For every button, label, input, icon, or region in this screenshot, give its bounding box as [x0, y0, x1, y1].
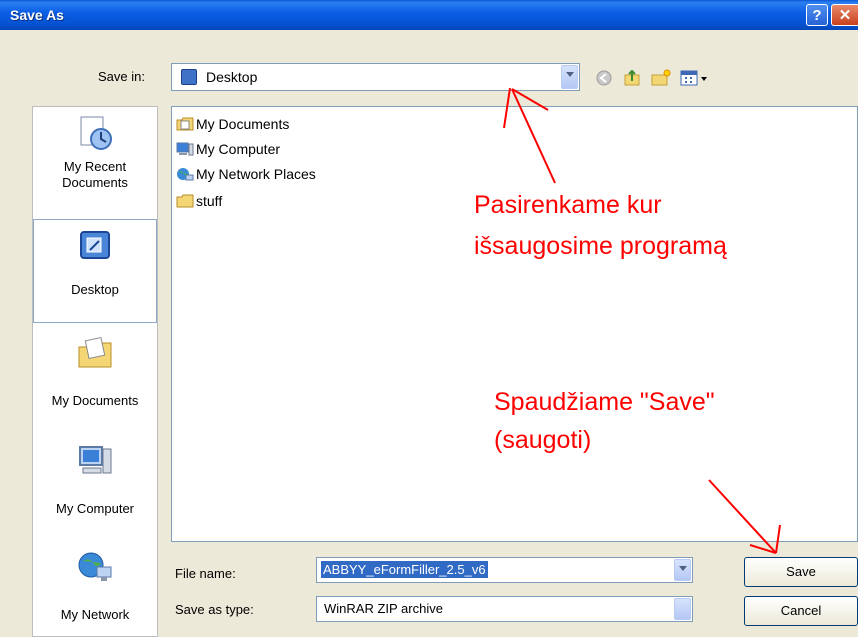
close-button[interactable]: ✕ [831, 4, 858, 26]
place-my-documents[interactable]: My Documents [33, 335, 157, 409]
file-name-dropdown[interactable] [672, 558, 692, 582]
save-as-type-label: Save as type: [175, 602, 254, 617]
view-menu-icon[interactable] [680, 69, 710, 87]
save-as-type-dropdown[interactable]: WinRAR ZIP archive [316, 596, 693, 622]
chevron-down-icon[interactable] [674, 559, 691, 581]
chevron-down-icon[interactable] [561, 65, 578, 89]
new-folder-icon[interactable] [651, 69, 671, 87]
annotation-location-line2: išsaugosime programą [474, 232, 727, 260]
folder-icon [176, 194, 194, 208]
annotation-save-line2: (saugoti) [494, 426, 592, 454]
annotation-location-line1: Pasirenkame kur [474, 191, 662, 219]
file-name: My Network Places [196, 166, 316, 182]
desktop-small-icon [181, 69, 197, 85]
annotation-save-line1: Spaudžiame "Save" [494, 388, 715, 416]
file-name: My Documents [196, 116, 290, 132]
file-name-field[interactable]: ABBYY_eFormFiller_2.5_v6 [316, 557, 693, 583]
file-list[interactable]: My Documents My Computer My Network Plac… [171, 106, 858, 542]
place-label: My Recent Documents [62, 159, 128, 190]
recent-documents-icon [80, 116, 112, 150]
cancel-button[interactable]: Cancel [744, 596, 858, 626]
save-as-dialog: Save As ? ✕ Save in: Desktop My Recent D… [0, 0, 858, 637]
save-button[interactable]: Save [744, 557, 858, 587]
place-my-network[interactable]: My Network [33, 549, 157, 623]
save-in-value: Desktop [206, 69, 258, 85]
back-icon[interactable] [595, 69, 615, 87]
my-documents-icon [78, 336, 112, 368]
save-in-dropdown[interactable]: Desktop [171, 63, 580, 91]
file-name: My Computer [196, 141, 281, 157]
file-item-my-network-places[interactable]: My Network Places [176, 165, 316, 183]
up-folder-icon[interactable] [623, 69, 643, 87]
place-label: My Network [60, 607, 130, 622]
window-title: Save As [10, 7, 64, 23]
desktop-icon [80, 231, 110, 259]
place-my-computer[interactable]: My Computer [33, 443, 157, 517]
network-icon [176, 167, 194, 181]
save-in-label: Save in: [98, 69, 145, 84]
chevron-down-icon[interactable] [674, 598, 691, 620]
file-name-label: File name: [175, 566, 236, 581]
place-label: My Computer [55, 501, 135, 516]
place-label: Desktop [71, 282, 119, 297]
folder-documents-icon [176, 117, 194, 131]
place-desktop[interactable]: Desktop [33, 219, 157, 323]
my-network-icon [78, 552, 112, 581]
file-item-my-documents[interactable]: My Documents [176, 115, 289, 133]
places-bar: My Recent Documents Desktop My Documents… [32, 106, 158, 637]
my-computer-icon [79, 446, 112, 474]
title-bar[interactable]: Save As ? ✕ [0, 0, 858, 30]
help-button[interactable]: ? [806, 4, 828, 26]
place-recent-documents[interactable]: My Recent Documents [33, 115, 157, 191]
file-name: stuff [196, 193, 223, 209]
file-item-my-computer[interactable]: My Computer [176, 140, 280, 158]
file-name-value: ABBYY_eFormFiller_2.5_v6 [321, 561, 488, 578]
file-item-stuff[interactable]: stuff [176, 192, 222, 210]
place-label: My Documents [51, 393, 139, 408]
save-as-type-value: WinRAR ZIP archive [324, 601, 443, 616]
computer-icon [176, 142, 194, 156]
